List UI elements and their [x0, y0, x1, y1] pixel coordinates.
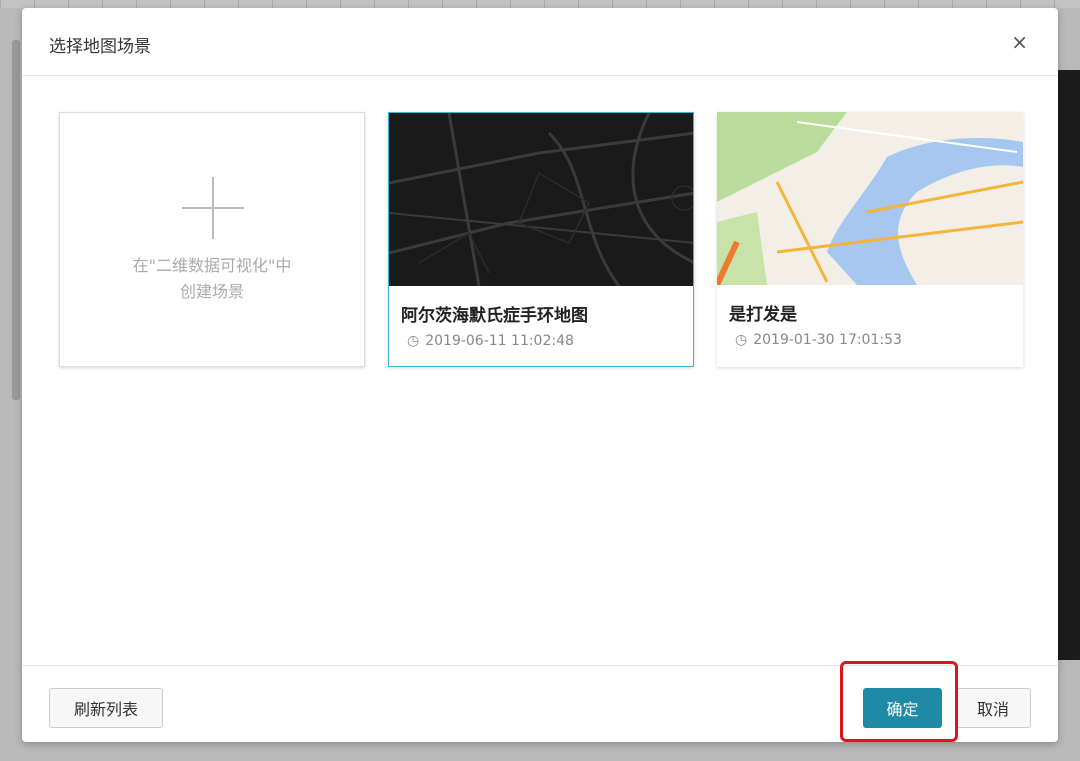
confirm-highlight-annotation — [840, 661, 958, 742]
cancel-button[interactable]: 取消 — [955, 688, 1031, 728]
scene-date-text: 2019-01-30 17:01:53 — [753, 332, 902, 348]
scene-title: 是打发是 — [729, 305, 797, 325]
create-scene-card[interactable]: 在"二维数据可视化"中 创建场景 — [59, 112, 365, 367]
scene-date: ◷ 2019-01-30 17:01:53 — [729, 332, 902, 348]
scene-card[interactable]: 是打发是 ◷ 2019-01-30 17:01:53 — [717, 112, 1023, 367]
scene-date: ◷ 2019-06-11 11:02:48 — [401, 333, 574, 349]
create-scene-line1: 在"二维数据可视化"中 — [132, 256, 292, 275]
plus-icon — [182, 177, 244, 239]
close-icon[interactable]: × — [1011, 30, 1028, 54]
scene-card[interactable]: 阿尔茨海默氏症手环地图 ◷ 2019-06-11 11:02:48 — [388, 112, 694, 367]
top-ruler — [0, 0, 1080, 8]
scene-title: 阿尔茨海默氏症手环地图 — [401, 306, 588, 326]
refresh-list-button[interactable]: 刷新列表 — [49, 688, 163, 728]
dialog-title: 选择地图场景 — [49, 37, 151, 57]
dialog-header: 选择地图场景 × — [22, 8, 1058, 76]
clock-icon: ◷ — [735, 332, 748, 348]
background-panel — [1056, 70, 1080, 660]
create-scene-line2: 创建场景 — [179, 282, 244, 301]
background-scrollbar — [12, 40, 20, 400]
create-scene-text: 在"二维数据可视化"中 创建场景 — [60, 253, 364, 305]
clock-icon: ◷ — [407, 333, 420, 349]
dark-map-thumbnail — [389, 113, 693, 286]
select-map-scene-dialog: 选择地图场景 × 在"二维数据可视化"中 创建场景 阿尔茨海默氏症手环地图 ◷ 2… — [22, 8, 1058, 742]
light-map-thumbnail — [717, 112, 1023, 285]
scene-date-text: 2019-06-11 11:02:48 — [425, 333, 574, 349]
